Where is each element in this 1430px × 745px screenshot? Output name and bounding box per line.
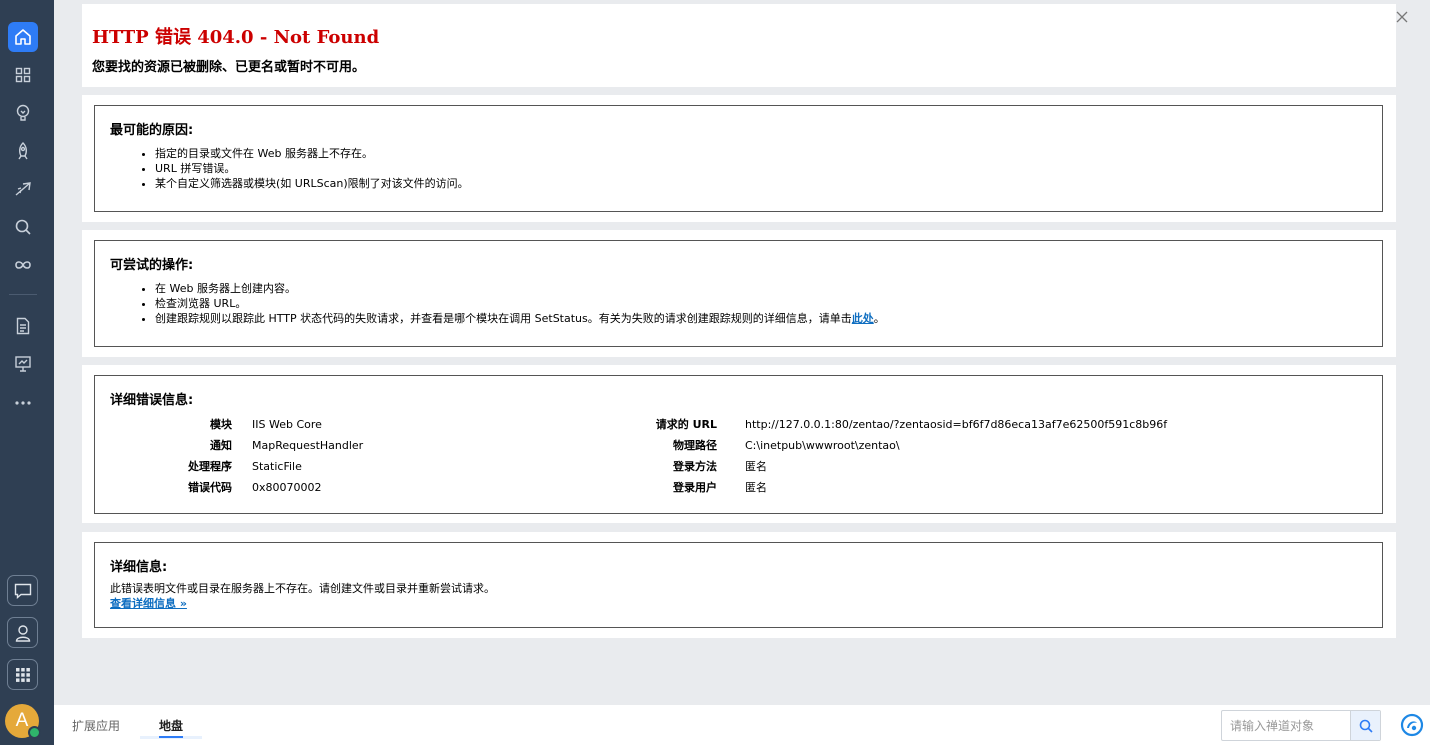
table-row: 错误代码 0x80070002 (170, 477, 363, 498)
online-status-icon (28, 726, 41, 739)
grid-icon[interactable] (9, 61, 37, 89)
causes-section: 最可能的原因: 指定的目录或文件在 Web 服务器上不存在。 URL 拼写错误。… (82, 95, 1396, 222)
table-row: 物理路径 C:\inetpub\wwwroot\zentao\ (635, 435, 1167, 456)
field-key: 登录方法 (673, 460, 717, 473)
table-row: 通知 MapRequestHandler (170, 435, 363, 456)
field-value: 匿名 (745, 481, 767, 494)
list-item: 某个自定义筛选器或模块(如 URLScan)限制了对该文件的访问。 (155, 176, 469, 191)
error-header: HTTP 错误 404.0 - Not Found 您要找的资源已被删除、已更名… (82, 4, 1396, 87)
error-info-heading: 详细错误信息: (110, 393, 194, 408)
apps-icon[interactable] (7, 659, 38, 690)
bottom-bar: 扩展应用 地盘 (54, 705, 1430, 745)
list-item: 创建跟踪规则以跟踪此 HTTP 状态代码的失败请求，并查看是哪个模块在调用 Se… (155, 311, 885, 326)
table-row: 登录方法 匿名 (635, 456, 1167, 477)
field-value: C:\inetpub\wwwroot\zentao\ (745, 439, 900, 452)
lightbulb-icon[interactable] (9, 99, 37, 127)
presentation-icon[interactable] (9, 350, 37, 378)
field-key: 通知 (210, 439, 232, 452)
actions-list: 在 Web 服务器上创建内容。 检查浏览器 URL。 创建跟踪规则以跟踪此 HT… (155, 281, 885, 326)
field-value: 0x80070002 (252, 481, 322, 494)
tab-extensions[interactable]: 扩展应用 (72, 717, 120, 734)
home-icon[interactable] (8, 22, 38, 52)
document-icon[interactable] (9, 312, 37, 340)
search-button[interactable] (1350, 711, 1380, 740)
user-icon[interactable] (7, 617, 38, 648)
field-key: 错误代码 (188, 481, 232, 494)
table-row: 模块 IIS Web Core (170, 414, 363, 435)
field-value: MapRequestHandler (252, 439, 364, 452)
trace-rule-link[interactable]: 此处 (852, 312, 874, 325)
error-info-section: 详细错误信息: 模块 IIS Web Core 通知 MapRequestHandl… (82, 365, 1396, 523)
table-row: 登录用户 匿名 (635, 477, 1167, 498)
error-info-right: 请求的 URL http://127.0.0.1:80/zentao/?zenta… (635, 414, 1167, 498)
list-item-text: 创建跟踪规则以跟踪此 HTTP 状态代码的失败请求，并查看是哪个模块在调用 Se… (155, 312, 852, 325)
field-key: 请求的 URL (655, 418, 717, 431)
field-value: StaticFile (252, 460, 302, 473)
field-value: http://127.0.0.1:80/zentao/?zentaosid=bf… (745, 418, 1168, 431)
tab-dashboard[interactable]: 地盘 (159, 717, 183, 734)
causes-heading: 最可能的原因: (110, 123, 194, 138)
page-subtitle: 您要找的资源已被删除、已更名或暂时不可用。 (92, 60, 366, 75)
view-details-link[interactable]: 查看详细信息 » (110, 595, 187, 611)
main-content: HTTP 错误 404.0 - Not Found 您要找的资源已被删除、已更名… (54, 0, 1430, 705)
list-item-suffix: 。 (873, 312, 885, 325)
more-info-text: 此错误表明文件或目录在服务器上不存在。请创建文件或目录并重新尝试请求。 (110, 582, 495, 595)
search-box (1221, 710, 1381, 741)
error-info-left: 模块 IIS Web Core 通知 MapRequestHandler 处理程序 S… (170, 414, 363, 498)
list-item: 在 Web 服务器上创建内容。 (155, 281, 885, 296)
field-value: 匿名 (745, 460, 767, 473)
table-row: 处理程序 StaticFile (170, 456, 363, 477)
field-key: 模块 (210, 418, 232, 431)
sidebar: A (0, 0, 54, 745)
list-item: 检查浏览器 URL。 (155, 296, 885, 311)
field-value: IIS Web Core (252, 418, 322, 431)
field-key: 物理路径 (673, 439, 717, 452)
close-icon[interactable] (1396, 11, 1408, 27)
chat-icon[interactable] (7, 575, 38, 606)
actions-heading: 可尝试的操作: (110, 258, 194, 273)
list-item: 指定的目录或文件在 Web 服务器上不存在。 (155, 146, 469, 161)
zentao-logo-icon[interactable] (1400, 713, 1424, 737)
search-input[interactable] (1222, 711, 1350, 740)
more-info-heading: 详细信息: (110, 560, 168, 575)
more-info-section: 详细信息: 此错误表明文件或目录在服务器上不存在。请创建文件或目录并重新尝试请求… (82, 532, 1396, 638)
search-icon (1359, 719, 1373, 733)
infinity-icon[interactable] (9, 251, 37, 279)
more-icon[interactable] (9, 389, 37, 417)
active-tab-indicator (159, 736, 183, 738)
table-row: 请求的 URL http://127.0.0.1:80/zentao/?zenta… (635, 414, 1167, 435)
field-key: 登录用户 (673, 481, 717, 494)
avatar-letter: A (15, 710, 29, 731)
search-icon[interactable] (9, 213, 37, 241)
causes-list: 指定的目录或文件在 Web 服务器上不存在。 URL 拼写错误。 某个自定义筛选… (155, 146, 469, 191)
actions-section: 可尝试的操作: 在 Web 服务器上创建内容。 检查浏览器 URL。 创建跟踪规… (82, 230, 1396, 357)
rocket-icon[interactable] (9, 137, 37, 165)
flight-icon[interactable] (9, 175, 37, 203)
field-key: 处理程序 (188, 460, 232, 473)
sidebar-divider (9, 294, 37, 295)
list-item: URL 拼写错误。 (155, 161, 469, 176)
page-title: HTTP 错误 404.0 - Not Found (92, 27, 380, 48)
